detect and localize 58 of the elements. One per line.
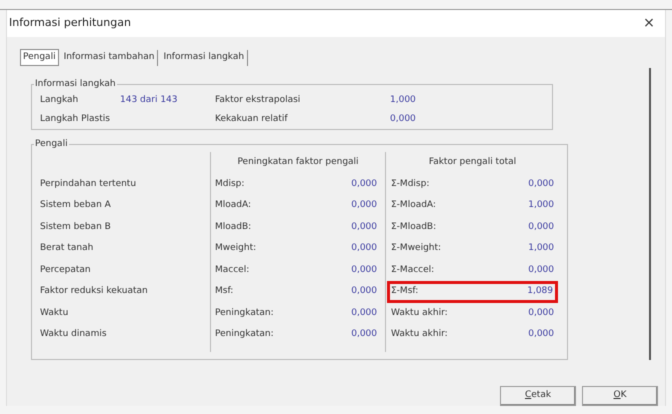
field-value: 1,000 <box>390 94 416 108</box>
row-label: Mdisp: <box>215 178 244 190</box>
row-value: 0,000 <box>528 178 554 190</box>
row-value: 1,000 <box>528 242 554 255</box>
row-label: Faktor reduksi kekuatan <box>40 285 148 298</box>
field-label: Langkah Plastis <box>40 113 111 126</box>
close-button[interactable]: × <box>639 13 659 34</box>
column-heading: Peningkatan faktor pengali <box>237 156 359 169</box>
row-value: 0,000 <box>528 328 554 341</box>
row-label: Σ-MloadB: <box>391 220 436 234</box>
row-label: Mweight: <box>215 242 256 255</box>
row-value: 0,000 <box>351 328 377 341</box>
row-label: Berat tanah <box>40 242 94 255</box>
row-value: 0,000 <box>528 306 554 320</box>
tab[interactable]: Informasi tambahan <box>60 50 158 66</box>
row-value: 0,000 <box>351 242 377 255</box>
row-value: 0,000 <box>351 306 377 320</box>
tab[interactable]: Pengali <box>20 49 59 66</box>
row-label: Maccel: <box>215 264 250 276</box>
field-label: Faktor ekstrapolasi <box>215 94 302 108</box>
row-value: 0,000 <box>351 264 377 276</box>
field-value: 143 dari 143 <box>120 94 179 108</box>
row-label: Waktu dinamis <box>40 328 107 341</box>
row-value: 0,000 <box>351 199 377 212</box>
row-value: 0,000 <box>351 220 377 234</box>
column-heading: Faktor pengali total <box>428 156 516 169</box>
group-title: Informasi langkah <box>34 78 117 91</box>
row-label: Peningkatan: <box>215 328 274 341</box>
row-label: Perpindahan tertentu <box>40 178 136 190</box>
row-label: Σ-Mdisp: <box>391 178 430 190</box>
row-value: 0,000 <box>528 264 554 276</box>
dialog-button[interactable]: OK <box>582 386 658 406</box>
row-value: 1,000 <box>528 199 554 212</box>
row-value: 1,089 <box>527 285 553 298</box>
row-label: Sistem beban B <box>40 220 111 234</box>
field-label: Kekakuan relatif <box>215 113 289 126</box>
row-label: Percepatan <box>40 264 91 276</box>
dialog-button[interactable]: Cetak <box>500 386 576 406</box>
row-label: Peningkatan: <box>215 306 274 320</box>
row-label: Sistem beban A <box>40 199 111 212</box>
row-label: MloadB: <box>215 220 252 234</box>
row-value: 0,000 <box>528 220 554 234</box>
row-label: Σ-Maccel: <box>391 264 434 276</box>
row-value: 0,000 <box>351 285 377 298</box>
group-title: Pengali <box>34 138 69 151</box>
row-label: MloadA: <box>215 199 252 212</box>
tab[interactable]: Informasi langkah <box>160 50 248 66</box>
row-label: Σ-MloadA: <box>391 199 436 212</box>
row-label: Waktu akhir: <box>391 306 448 320</box>
row-label: Msf: <box>215 285 234 298</box>
row-label: Waktu <box>40 306 68 320</box>
field-label: Langkah <box>40 94 80 108</box>
field-value: 0,000 <box>390 113 416 126</box>
row-label: Waktu akhir: <box>391 328 448 341</box>
row-label: Σ-Msf: <box>391 285 418 298</box>
row-value: 0,000 <box>351 178 377 190</box>
row-label: Σ-Mweight: <box>391 242 442 255</box>
window-title: Informasi perhitungan <box>9 15 131 32</box>
